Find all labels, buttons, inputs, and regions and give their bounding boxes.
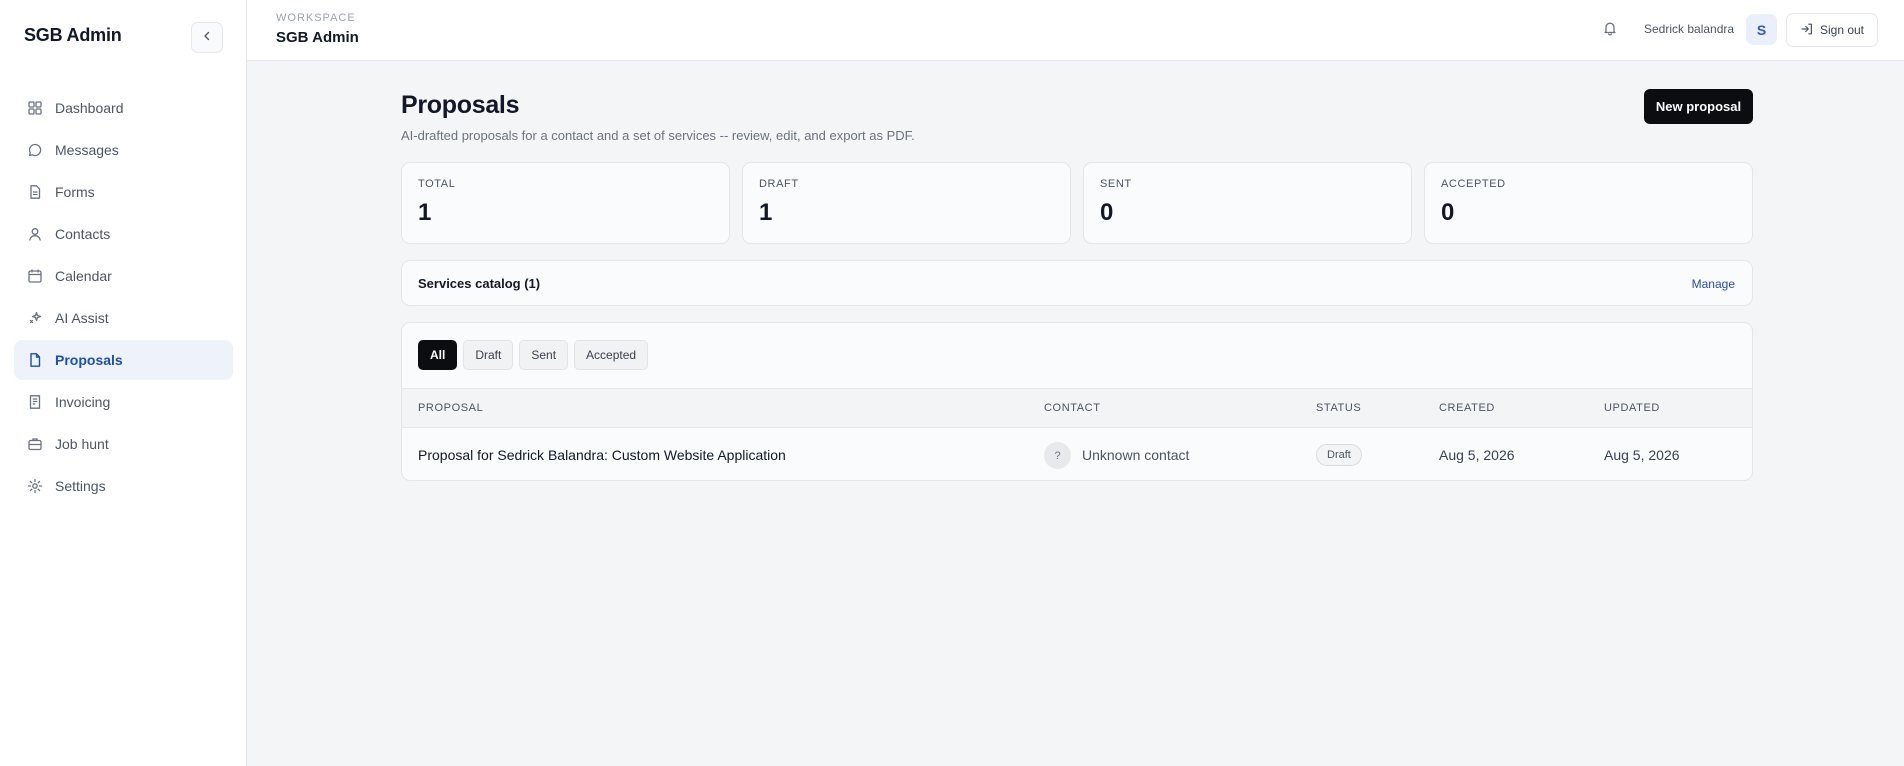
created-date: Aug 5, 2026 bbox=[1439, 447, 1515, 463]
column-header-proposal[interactable]: PROPOSAL bbox=[418, 402, 483, 414]
page-subtitle: AI-drafted proposals for a contact and a… bbox=[401, 128, 915, 143]
sign-out-label: Sign out bbox=[1819, 23, 1865, 37]
sidebar-item-dashboard[interactable]: Dashboard bbox=[14, 88, 233, 128]
stat-label: SENT bbox=[1100, 178, 1132, 190]
sidebar-item-label: Job hunt bbox=[55, 436, 109, 452]
stat-card-draft: DRAFT 1 bbox=[742, 162, 1071, 244]
stat-value: 1 bbox=[759, 199, 773, 226]
sign-out-icon bbox=[1800, 22, 1814, 39]
filter-sent[interactable]: Sent bbox=[519, 340, 569, 370]
sidebar: SGB Admin Dashboard Messages Forms Conta… bbox=[0, 0, 247, 766]
notifications-button[interactable] bbox=[1599, 19, 1621, 41]
stat-value: 1 bbox=[418, 199, 432, 226]
filter-all[interactable]: All bbox=[418, 340, 458, 370]
sidebar-item-settings[interactable]: Settings bbox=[14, 466, 233, 506]
sidebar-item-label: Dashboard bbox=[55, 100, 124, 116]
stat-value: 0 bbox=[1441, 199, 1455, 226]
proposals-table-card: All Draft Sent Accepted PROPOSAL CONTACT… bbox=[401, 322, 1753, 481]
sidebar-item-job-hunt[interactable]: Job hunt bbox=[14, 424, 233, 464]
table-header: PROPOSAL CONTACT STATUS CREATED UPDATED bbox=[402, 388, 1752, 428]
filter-draft[interactable]: Draft bbox=[463, 340, 514, 370]
briefcase-icon bbox=[26, 436, 43, 453]
sidebar-item-calendar[interactable]: Calendar bbox=[14, 256, 233, 296]
sidebar-item-label: Calendar bbox=[55, 268, 112, 284]
bell-icon bbox=[1602, 20, 1618, 41]
file-icon bbox=[26, 352, 43, 369]
document-icon bbox=[26, 184, 43, 201]
stat-label: DRAFT bbox=[759, 178, 799, 190]
status-filter-group: All Draft Sent Accepted bbox=[418, 340, 649, 370]
sidebar-item-forms[interactable]: Forms bbox=[14, 172, 233, 212]
contact-name: Unknown contact bbox=[1082, 447, 1190, 463]
page-title: Proposals bbox=[401, 91, 520, 119]
stat-label: ACCEPTED bbox=[1441, 178, 1506, 190]
table-row[interactable]: Proposal for Sedrick Balandra: Custom We… bbox=[402, 429, 1752, 480]
top-bar: WORKSPACE SGB Admin Sedrick balandra S S… bbox=[247, 0, 1904, 61]
new-proposal-button[interactable]: New proposal bbox=[1644, 89, 1753, 124]
manage-link[interactable]: Manage bbox=[1692, 277, 1735, 291]
user-icon bbox=[26, 226, 43, 243]
user-name: Sedrick balandra bbox=[1644, 22, 1735, 36]
sidebar-item-label: Proposals bbox=[55, 352, 123, 368]
contact-avatar: ? bbox=[1044, 442, 1071, 469]
sparkle-icon bbox=[26, 310, 43, 327]
gear-icon bbox=[26, 478, 43, 495]
services-catalog-card: Services catalog (1) Manage bbox=[401, 260, 1753, 306]
sidebar-item-messages[interactable]: Messages bbox=[14, 130, 233, 170]
sidebar-nav: Dashboard Messages Forms Contacts Calend… bbox=[14, 88, 233, 508]
calendar-icon bbox=[26, 268, 43, 285]
stat-value: 0 bbox=[1100, 199, 1114, 226]
updated-date: Aug 5, 2026 bbox=[1604, 447, 1680, 463]
collapse-sidebar-button[interactable] bbox=[191, 22, 223, 53]
workspace-name: SGB Admin bbox=[276, 29, 359, 46]
proposal-title[interactable]: Proposal for Sedrick Balandra: Custom We… bbox=[418, 447, 786, 463]
services-catalog-title: Services catalog (1) bbox=[418, 276, 541, 291]
stat-label: TOTAL bbox=[418, 178, 456, 190]
sidebar-item-label: AI Assist bbox=[55, 310, 109, 326]
brand-title: SGB Admin bbox=[24, 25, 122, 45]
sidebar-item-label: Messages bbox=[55, 142, 119, 158]
column-header-updated[interactable]: UPDATED bbox=[1604, 402, 1660, 414]
sidebar-item-ai-assist[interactable]: AI Assist bbox=[14, 298, 233, 338]
chevron-left-icon bbox=[201, 29, 213, 47]
stat-card-sent: SENT 0 bbox=[1083, 162, 1412, 244]
column-header-created[interactable]: CREATED bbox=[1439, 402, 1495, 414]
sign-out-button[interactable]: Sign out bbox=[1786, 13, 1878, 47]
sidebar-item-label: Forms bbox=[55, 184, 95, 200]
column-header-status[interactable]: STATUS bbox=[1316, 402, 1361, 414]
chat-bubble-icon bbox=[26, 142, 43, 159]
sidebar-item-label: Settings bbox=[55, 478, 106, 494]
stat-card-total: TOTAL 1 bbox=[401, 162, 730, 244]
sidebar-item-contacts[interactable]: Contacts bbox=[14, 214, 233, 254]
grid-icon bbox=[26, 100, 43, 117]
receipt-icon bbox=[26, 394, 43, 411]
sidebar-item-proposals[interactable]: Proposals bbox=[14, 340, 233, 380]
sidebar-item-label: Contacts bbox=[55, 226, 111, 242]
sidebar-item-invoicing[interactable]: Invoicing bbox=[14, 382, 233, 422]
avatar[interactable]: S bbox=[1746, 14, 1777, 45]
stat-card-accepted: ACCEPTED 0 bbox=[1424, 162, 1753, 244]
filter-accepted[interactable]: Accepted bbox=[574, 340, 649, 370]
workspace-label: WORKSPACE bbox=[276, 12, 356, 24]
sidebar-item-label: Invoicing bbox=[55, 394, 111, 410]
column-header-contact[interactable]: CONTACT bbox=[1044, 402, 1101, 414]
status-badge: Draft bbox=[1316, 444, 1362, 466]
